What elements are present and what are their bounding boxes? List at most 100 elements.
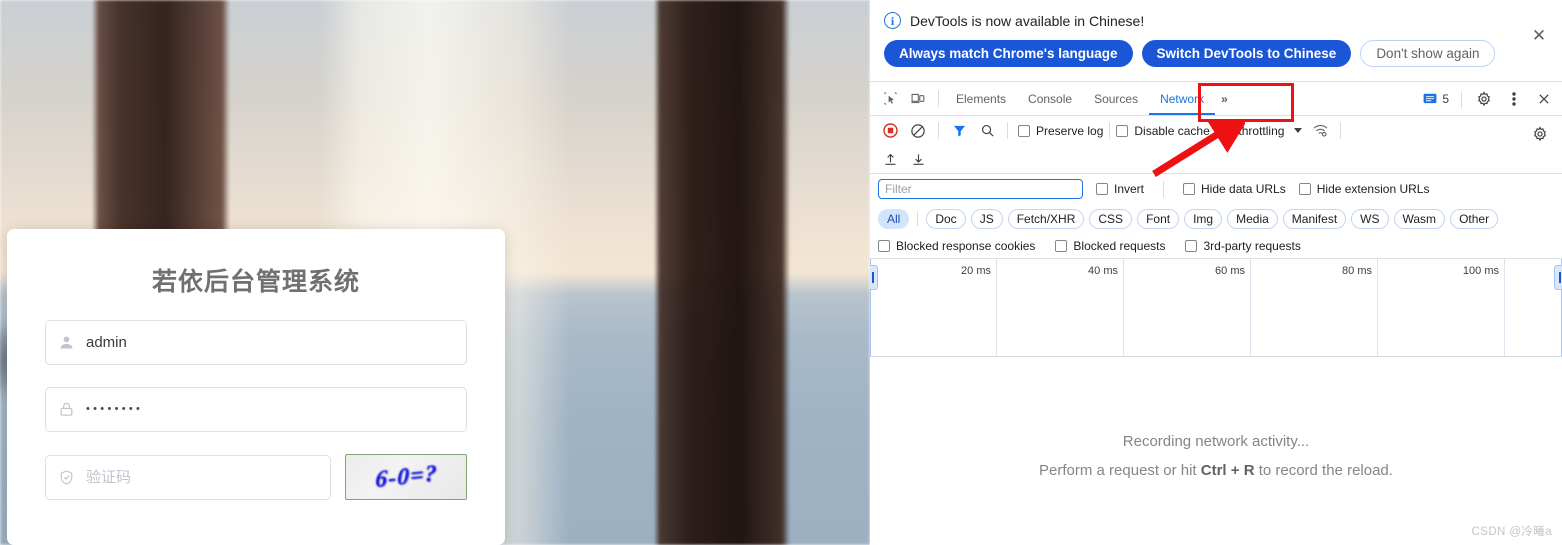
overview-tick-label: 40 ms — [1088, 265, 1118, 277]
empty-state-line1: Recording network activity... — [1122, 433, 1310, 450]
captcha-image[interactable]: 6-0=? — [345, 454, 467, 500]
empty-state-prefix: Perform a request or hit — [1039, 462, 1201, 479]
disable-cache-box — [1116, 124, 1129, 137]
tab-console[interactable]: Console — [1017, 82, 1083, 115]
overview-tick-label: 100 ms — [1462, 265, 1499, 277]
toolbar-divider — [1340, 122, 1342, 139]
close-devtools-icon[interactable] — [1530, 86, 1558, 112]
login-title: 若依后台管理系统 — [151, 268, 360, 296]
info-icon: i — [884, 12, 901, 29]
chevron-down-icon — [1294, 128, 1303, 133]
tab-sources[interactable]: Sources — [1083, 82, 1149, 115]
issues-badge[interactable]: 5 — [1419, 92, 1453, 106]
toolbar-divider — [1109, 122, 1111, 139]
network-settings-gear-icon[interactable] — [1526, 121, 1554, 147]
import-har-icon[interactable] — [876, 146, 904, 172]
empty-state-suffix: to record the reload. — [1254, 462, 1393, 479]
preserve-log-box — [1018, 124, 1030, 137]
search-icon[interactable] — [973, 118, 1001, 144]
network-toolbar: Preserve log Disable cache No throttling — [870, 116, 1562, 145]
captcha-image-text: 6-0=? — [374, 460, 438, 493]
chip-css[interactable]: CSS — [1089, 208, 1133, 229]
chip-manifest[interactable]: Manifest — [1282, 208, 1347, 229]
filter-divider — [1163, 180, 1165, 198]
screenshot-root: 若依后台管理系统 admin •••••••• 验证码 6-0=? i DevT… — [0, 0, 1562, 545]
switch-devtools-to-chinese-button[interactable]: Switch DevTools to Chinese — [1141, 40, 1352, 67]
password-value: •••••••• — [86, 403, 144, 415]
issues-icon — [1423, 93, 1437, 104]
infobar-message: DevTools is now available in Chinese! — [910, 12, 1145, 29]
username-field[interactable]: admin — [45, 320, 467, 365]
tab-network[interactable]: Network — [1149, 82, 1215, 115]
infobar-message-row: i DevTools is now available in Chinese! — [884, 12, 1548, 29]
export-har-icon[interactable] — [904, 146, 932, 172]
chip-wasm[interactable]: Wasm — [1393, 208, 1446, 229]
clear-icon[interactable] — [904, 118, 932, 144]
captcha-row: 验证码 6-0=? — [45, 454, 467, 500]
captcha-field[interactable]: 验证码 — [45, 454, 331, 500]
throttling-dropdown[interactable]: No throttling — [1220, 124, 1303, 138]
close-icon[interactable]: ✕ — [1528, 25, 1550, 47]
blocked-requests-box — [1055, 239, 1068, 252]
network-overview-timeline[interactable]: 20 ms 40 ms 60 ms 80 ms 100 ms — [870, 259, 1562, 357]
network-toolbar-second-row — [870, 145, 1562, 174]
infobar-buttons-row: Always match Chrome's language Switch De… — [884, 40, 1548, 67]
inspect-element-icon[interactable] — [876, 86, 904, 112]
csdn-watermark: CSDN @冷曦a — [1471, 526, 1552, 538]
password-field[interactable]: •••••••• — [45, 387, 467, 432]
invert-checkbox[interactable]: Invert — [1096, 182, 1144, 196]
overview-right-handle[interactable] — [1554, 265, 1562, 290]
always-match-chrome-language-button[interactable]: Always match Chrome's language — [884, 40, 1133, 67]
funnel-icon[interactable] — [945, 118, 973, 144]
web-page-pane: 若依后台管理系统 admin •••••••• 验证码 6-0=? — [0, 0, 870, 545]
blocked-response-cookies-checkbox[interactable]: Blocked response cookies — [878, 239, 1035, 253]
chip-img[interactable]: Img — [1184, 208, 1223, 229]
more-tabs-icon[interactable]: » — [1215, 92, 1234, 106]
preserve-log-checkbox[interactable]: Preserve log — [1018, 124, 1103, 138]
blocked-requests-checkbox[interactable]: Blocked requests — [1055, 239, 1165, 253]
record-stop-icon[interactable] — [876, 118, 904, 144]
devtools-panel: i DevTools is now available in Chinese! … — [870, 0, 1562, 545]
blocked-requests-label: Blocked requests — [1073, 238, 1166, 253]
chip-font[interactable]: Font — [1137, 208, 1180, 229]
filter-input[interactable] — [878, 179, 1083, 199]
network-conditions-icon[interactable] — [1306, 118, 1334, 144]
blocked-response-cookies-box — [878, 239, 890, 252]
toolbar-divider — [938, 122, 939, 139]
chip-fetch-xhr[interactable]: Fetch/XHR — [1007, 208, 1085, 229]
hide-extension-urls-label: Hide extension URLs — [1316, 182, 1430, 196]
language-infobar: i DevTools is now available in Chinese! … — [870, 0, 1562, 82]
dont-show-again-button[interactable]: Don't show again — [1360, 40, 1496, 67]
chip-other[interactable]: Other — [1450, 208, 1499, 229]
overview-tick-label: 20 ms — [961, 265, 991, 277]
toolbar-divider — [938, 90, 939, 107]
chip-media[interactable]: Media — [1227, 208, 1278, 229]
network-empty-state: Recording network activity... Perform a … — [870, 433, 1562, 479]
third-party-requests-checkbox[interactable]: 3rd-party requests — [1185, 239, 1301, 253]
tabstrip-divider — [1461, 90, 1462, 108]
chip-all[interactable]: All — [878, 208, 910, 229]
extra-filters-row: Blocked response cookies Blocked request… — [870, 233, 1562, 259]
user-icon — [46, 334, 86, 351]
kebab-menu-icon[interactable] — [1500, 86, 1528, 112]
chip-js[interactable]: JS — [970, 208, 1003, 229]
preserve-log-label: Preserve log — [1036, 123, 1104, 138]
overview-tick-label: 60 ms — [1215, 265, 1245, 277]
hide-extension-urls-checkbox[interactable]: Hide extension URLs — [1298, 182, 1430, 196]
empty-state-shortcut: Ctrl + R — [1200, 462, 1255, 479]
device-toolbar-icon[interactable] — [904, 86, 932, 112]
third-party-requests-box — [1185, 239, 1198, 252]
disable-cache-label: Disable cache — [1134, 123, 1210, 138]
chip-ws[interactable]: WS — [1351, 208, 1389, 229]
devtools-tabstrip: Elements Console Sources Network » 5 — [870, 82, 1562, 116]
tabstrip-right-controls: 5 — [1419, 82, 1558, 116]
invert-box — [1096, 183, 1108, 195]
hide-data-urls-checkbox[interactable]: Hide data URLs — [1183, 182, 1286, 196]
gear-icon[interactable] — [1470, 86, 1498, 112]
disable-cache-checkbox[interactable]: Disable cache — [1116, 123, 1210, 138]
issues-count: 5 — [1442, 92, 1449, 106]
overview-tick-label: 80 ms — [1342, 265, 1372, 277]
tab-elements[interactable]: Elements — [945, 82, 1017, 115]
overview-left-handle[interactable] — [870, 265, 878, 290]
chip-doc[interactable]: Doc — [926, 208, 966, 229]
